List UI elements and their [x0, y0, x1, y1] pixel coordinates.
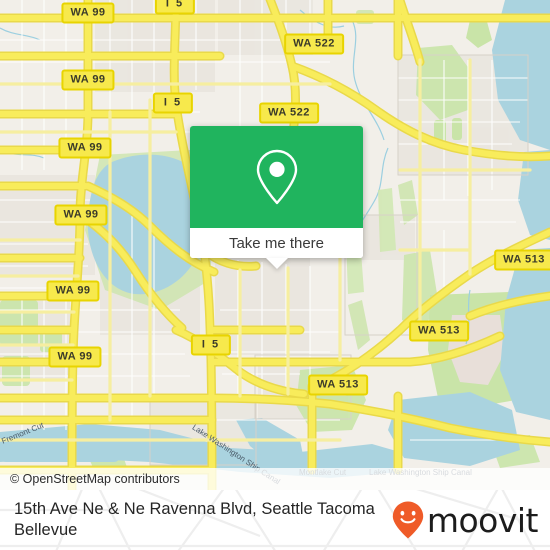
- map-screenshot: WA 99 I 5 WA 522 WA 99 I 5 WA 522 WA 99 WA 99 WA…: [0, 0, 550, 550]
- shield-wa-513: WA 513: [494, 249, 550, 271]
- attribution-text: © OpenStreetMap contributors: [10, 472, 180, 486]
- shield-i-5: I 5: [154, 0, 196, 15]
- shield-wa-99: WA 99: [54, 204, 108, 226]
- shield-wa-99: WA 99: [61, 2, 115, 24]
- shield-wa-522: WA 522: [259, 102, 319, 124]
- moovit-logo[interactable]: moovit: [391, 500, 539, 540]
- location-pin-icon: [256, 149, 297, 205]
- address-block: 15th Ave Ne & Ne Ravenna Blvd, Seattle T…: [14, 499, 375, 541]
- shield-wa-99: WA 99: [61, 69, 115, 91]
- shield-i-5: I 5: [190, 334, 232, 356]
- moovit-pin-smiley-icon: [392, 501, 424, 539]
- footer-bar: 15th Ave Ne & Ne Ravenna Blvd, Seattle T…: [0, 490, 550, 550]
- popup-tail: [265, 258, 288, 269]
- destination-popup-card[interactable]: Take me there: [190, 126, 363, 269]
- moovit-wordmark: moovit: [426, 500, 539, 540]
- shield-wa-99: WA 99: [48, 346, 102, 368]
- shield-wa-513: WA 513: [308, 374, 368, 396]
- address-line-1: 15th Ave Ne & Ne Ravenna Blvd, Seattle T…: [14, 500, 375, 518]
- map-attribution: © OpenStreetMap contributors: [0, 468, 550, 490]
- address-line-2: Bellevue: [14, 521, 78, 539]
- shield-wa-513: WA 513: [409, 320, 469, 342]
- take-me-there-label: Take me there: [228, 234, 325, 252]
- popup-icon-area: [190, 126, 363, 228]
- shield-wa-522: WA 522: [284, 33, 344, 55]
- shield-i-5: I 5: [152, 92, 194, 114]
- popup-action[interactable]: Take me there: [190, 228, 363, 269]
- shield-wa-99: WA 99: [46, 280, 100, 302]
- shield-wa-99: WA 99: [58, 137, 112, 159]
